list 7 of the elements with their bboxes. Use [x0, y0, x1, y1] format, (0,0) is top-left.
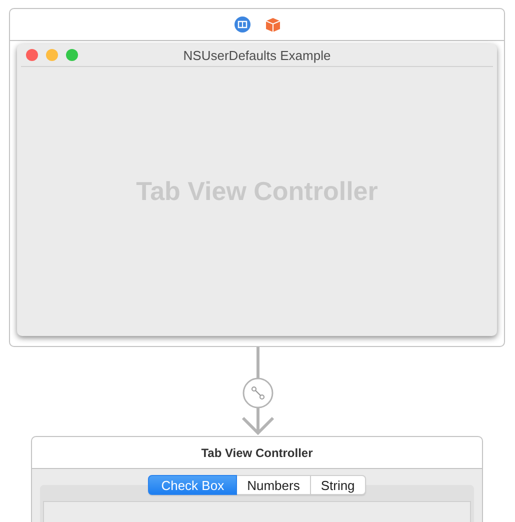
cube-icon[interactable] [264, 16, 280, 32]
window-title: NSUserDefaults Example [183, 48, 331, 62]
view-controller-icon[interactable] [234, 16, 250, 33]
tab[interactable]: String [310, 475, 366, 495]
tab[interactable]: Numbers [237, 475, 311, 495]
traffic-lights-icon[interactable] [26, 49, 80, 61]
scene-title: Tab View Controller [201, 446, 313, 460]
